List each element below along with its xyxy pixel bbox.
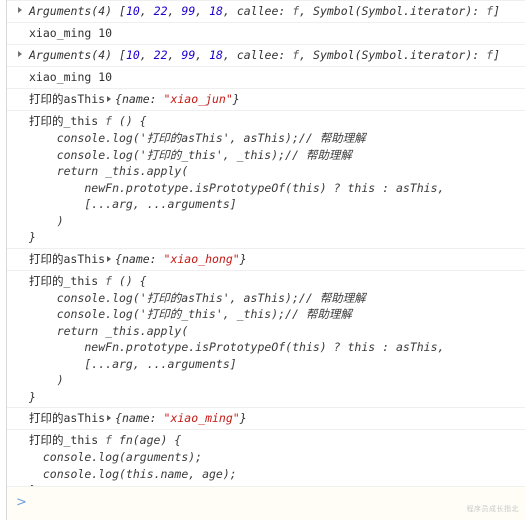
chevron-right-icon[interactable] <box>18 7 22 13</box>
console-message-object[interactable]: 打印的asThis {name: "xiao_ming"} <box>7 408 525 430</box>
object-prop-key: callee <box>236 4 279 18</box>
console-message-function[interactable]: 打印的_this f () { console.log('打印的asThis',… <box>7 111 525 249</box>
console-message-log[interactable]: xiao_ming 10 <box>7 23 525 45</box>
console-prompt-row[interactable]: > <box>7 486 525 520</box>
function-marker: f <box>98 433 119 447</box>
log-text: xiao_ming 10 <box>29 26 113 40</box>
object-key: name: <box>121 411 164 425</box>
array-item: 99 <box>181 48 196 62</box>
function-body-line: newFn.prototype.isPrototypeOf(this) ? th… <box>29 180 445 195</box>
function-body-line: } <box>29 230 36 244</box>
devtools-console-panel: Arguments(4) [10, 22, 99, 18, callee: f,… <box>0 0 525 520</box>
console-message-object[interactable]: 打印的asThis {name: "xiao_jun"} <box>7 89 525 111</box>
function-body-line: } <box>29 389 36 404</box>
watermark-label: 程序员成长指北 <box>466 505 519 513</box>
log-prefix-cjk: 打印的 <box>29 92 64 106</box>
log-prefix-label: asThis <box>63 251 106 266</box>
chevron-right-icon[interactable] <box>107 415 112 421</box>
chevron-right-icon[interactable] <box>107 96 112 102</box>
chevron-right-icon[interactable] <box>107 255 112 262</box>
object-label: Arguments(4) <box>29 48 113 62</box>
object-label: Arguments(4) <box>29 4 113 18</box>
function-body-line: [...arg, ...arguments] <box>29 197 237 211</box>
console-message-list: Arguments(4) [10, 22, 99, 18, callee: f,… <box>7 0 525 520</box>
console-message-object[interactable]: 打印的asThis {name: "xiao_hong"} <box>7 248 525 271</box>
array-item: 18 <box>209 48 223 62</box>
function-body-line: [...arg, ...arguments] <box>29 356 237 371</box>
function-marker: f <box>98 114 119 128</box>
function-body-line: console.log('打印的_this', _this);// 帮助理解 <box>29 147 352 162</box>
function-body-line: return _this.apply( <box>29 164 189 178</box>
function-body-line: console.log(arguments); <box>29 450 203 464</box>
function-signature: () { <box>118 273 147 288</box>
array-item: 22 <box>153 4 168 18</box>
object-key: name: <box>121 251 164 266</box>
function-body-line: ) <box>29 373 64 387</box>
console-message-object-preview[interactable]: Arguments(4) [10, 22, 99, 18, callee: f,… <box>7 1 525 23</box>
object-value: "xiao_jun" <box>163 92 233 106</box>
log-prefix-label: _this <box>63 433 99 447</box>
array-item: 99 <box>181 4 196 18</box>
object-key: name: <box>121 92 164 106</box>
console-message-object-preview[interactable]: Arguments(4) [10, 22, 99, 18, callee: f,… <box>7 45 525 67</box>
object-prop-key: callee <box>236 48 279 62</box>
log-prefix-label: _this <box>63 114 99 128</box>
function-body-line: newFn.prototype.isPrototypeOf(this) ? th… <box>29 340 445 354</box>
array-item: 22 <box>153 48 168 62</box>
function-body-line: console.log(this.name, age); <box>29 466 237 481</box>
function-marker: f <box>98 273 119 288</box>
log-prefix-label: asThis <box>63 92 106 106</box>
log-prefix-cjk: 打印的 <box>29 273 64 288</box>
function-signature: fn(age) { <box>118 433 182 447</box>
function-body-line: return _this.apply( <box>29 323 189 338</box>
object-prop-key: Symbol(Symbol.iterator) <box>313 4 473 18</box>
function-body-line: ) <box>29 213 64 228</box>
log-text: xiao_ming 10 <box>29 70 113 84</box>
array-item: 18 <box>209 4 223 18</box>
log-prefix-cjk: 打印的 <box>29 251 64 266</box>
object-value: "xiao_ming" <box>163 411 240 425</box>
console-prompt-input[interactable] <box>31 494 521 510</box>
object-value: "xiao_hong" <box>163 251 240 266</box>
log-prefix-cjk: 打印的 <box>29 114 64 128</box>
function-body-line: console.log('打印的_this', _this);// 帮助理解 <box>29 307 352 321</box>
log-prefix-cjk: 打印的 <box>29 411 64 425</box>
console-message-function[interactable]: 打印的_this f () { console.log('打印的asThis',… <box>7 270 525 408</box>
prompt-caret-icon: > <box>16 495 27 510</box>
object-prop-key: Symbol(Symbol.iterator) <box>313 48 473 62</box>
function-body-line: console.log('打印的asThis', asThis);// 帮助理解 <box>29 131 366 145</box>
log-prefix-label: _this <box>63 273 99 288</box>
log-prefix-cjk: 打印的 <box>29 433 64 447</box>
function-body-line: console.log('打印的asThis', asThis);// 帮助理解 <box>29 290 366 305</box>
console-message-log[interactable]: xiao_ming 10 <box>7 67 525 89</box>
chevron-right-icon[interactable] <box>18 51 22 57</box>
function-signature: () { <box>118 114 147 128</box>
array-item: 10 <box>125 48 140 62</box>
array-item: 10 <box>125 4 140 18</box>
log-prefix-label: asThis <box>63 411 106 425</box>
